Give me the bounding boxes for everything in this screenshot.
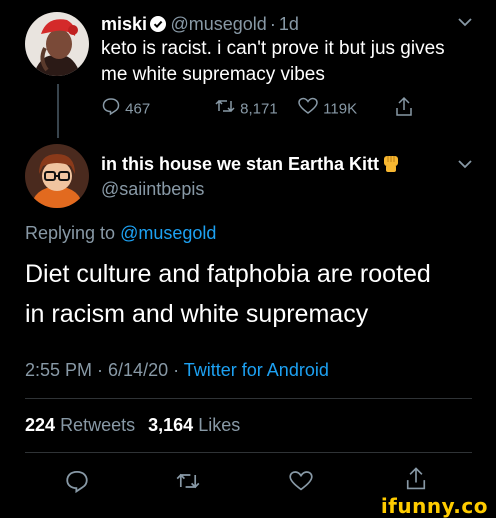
tweet2-text-line2: in racism and white supremacy — [25, 300, 369, 328]
tweet2-text: Diet culture and fatphobia are rooted in… — [25, 254, 485, 334]
tweet1-display-name[interactable]: miski — [101, 14, 147, 34]
tweet1-header: miski @musegold · 1d — [101, 12, 299, 36]
like-label: Likes — [198, 415, 241, 435]
replying-to-handle[interactable]: @musegold — [120, 223, 216, 243]
share-icon — [404, 466, 428, 497]
likes-stat[interactable]: 3,164 Likes — [148, 415, 240, 435]
tweet1-time[interactable]: 1d — [279, 14, 299, 34]
retweets-stat[interactable]: 224 Retweets — [25, 415, 135, 435]
share-icon — [394, 96, 414, 123]
tweet1-share-action[interactable] — [394, 96, 414, 123]
tweet2-handle-row: @saiintbepis — [101, 177, 204, 201]
replying-to: Replying to @musegold — [25, 221, 216, 245]
heart-icon — [297, 96, 319, 123]
retweet-count: 224 — [25, 415, 56, 435]
tweet2-retweet-button[interactable] — [174, 469, 202, 498]
avatar-saiintbepis[interactable] — [25, 144, 89, 208]
thread-line — [57, 84, 59, 138]
tweet1-separator: · — [269, 14, 276, 34]
divider — [25, 398, 472, 399]
retweet-icon — [174, 469, 202, 498]
chevron-down-icon[interactable] — [457, 158, 473, 170]
tweet2-reply-button[interactable] — [64, 468, 90, 499]
tweet2-source[interactable]: Twitter for Android — [184, 360, 329, 380]
raised-fist-emoji-icon — [381, 153, 401, 181]
retweet-icon — [214, 96, 236, 123]
tweet1-retweet-count: 8,171 — [240, 100, 278, 118]
tweet2-header: in this house we stan Eartha Kitt — [101, 152, 401, 176]
replying-to-prefix: Replying to — [25, 223, 116, 243]
tweet1-retweet-action[interactable]: 8,171 — [214, 96, 278, 118]
retweet-label: Retweets — [60, 415, 136, 435]
chevron-down-icon[interactable] — [457, 16, 473, 28]
like-count: 3,164 — [148, 415, 194, 435]
tweet1-like-action[interactable]: 119K — [297, 96, 357, 118]
ifunny-watermark: ifunny.co — [380, 494, 488, 518]
tweet2-timestamp[interactable]: 2:55 PM · 6/14/20 · — [25, 360, 179, 380]
tweet2-like-button[interactable] — [287, 469, 315, 498]
tweet2-text-line1: Diet culture and fatphobia are rooted — [25, 260, 431, 288]
tweet1-text-line1: keto is racist. i can't prove it but jus… — [101, 38, 445, 59]
tweet2-share-button[interactable] — [404, 466, 428, 497]
reply-icon — [64, 468, 90, 499]
reply-icon — [101, 96, 121, 123]
tweet1-handle[interactable]: @musegold — [170, 14, 266, 34]
tweet2-meta: 2:55 PM · 6/14/20 · Twitter for Android — [25, 358, 329, 382]
divider — [25, 452, 472, 453]
heart-icon — [287, 469, 315, 498]
tweet1-text: keto is racist. i can't prove it but jus… — [101, 36, 481, 88]
tweet2-display-name[interactable]: in this house we stan Eartha Kitt — [101, 154, 379, 174]
tweet1-like-count: 119K — [323, 100, 358, 118]
avatar-miski[interactable] — [25, 12, 89, 76]
tweet1-text-line2: me white supremacy vibes — [101, 64, 325, 85]
tweet1-reply-count: 467 — [125, 100, 151, 118]
tweet2-stats: 224 Retweets 3,164 Likes — [25, 413, 240, 437]
tweet2-handle[interactable]: @saiintbepis — [101, 179, 204, 199]
verified-badge-icon — [150, 16, 167, 32]
tweet1-reply-action[interactable]: 467 — [101, 96, 150, 118]
